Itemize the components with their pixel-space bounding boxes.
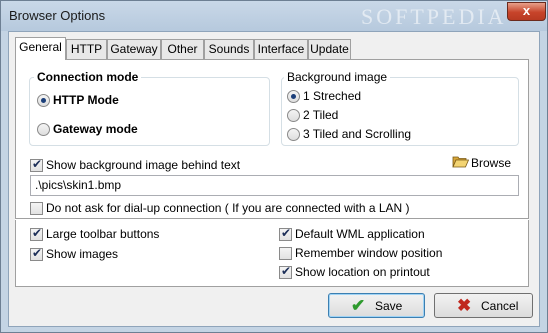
- radio-http-mode[interactable]: [37, 94, 50, 107]
- browser-options-window: Browser Options SOFTPEDIA x General HTTP…: [0, 0, 548, 333]
- save-button[interactable]: ✔ Save: [328, 293, 425, 318]
- dialup-checkbox[interactable]: [30, 202, 43, 215]
- connection-mode-title: Connection mode: [34, 70, 142, 84]
- x-icon: ✖: [457, 296, 472, 315]
- radio-gateway-mode[interactable]: [37, 123, 50, 136]
- show-images-label[interactable]: Show images: [46, 247, 118, 261]
- tab-other[interactable]: Other: [161, 39, 204, 59]
- dialup-label[interactable]: Do not ask for dial-up connection ( If y…: [46, 201, 410, 215]
- show-bg-image-label[interactable]: Show background image behind text: [46, 158, 240, 172]
- tab-gateway[interactable]: Gateway: [107, 39, 161, 59]
- remember-window-label[interactable]: Remember window position: [295, 246, 442, 260]
- title-bar[interactable]: Browser Options SOFTPEDIA x: [1, 1, 547, 31]
- remember-window-checkbox[interactable]: [279, 247, 292, 260]
- default-wml-label[interactable]: Default WML application: [295, 227, 425, 241]
- save-button-label: Save: [375, 299, 403, 313]
- divider: [15, 218, 529, 220]
- show-location-checkbox[interactable]: [279, 264, 292, 279]
- large-toolbar-checkbox[interactable]: [30, 226, 43, 241]
- radio-tiled[interactable]: [287, 109, 300, 122]
- close-button[interactable]: x: [507, 2, 546, 21]
- browse-button[interactable]: Browse: [471, 156, 511, 170]
- show-bg-image-checkbox[interactable]: [30, 157, 43, 172]
- tab-general[interactable]: General: [15, 37, 66, 60]
- window-title: Browser Options: [9, 8, 106, 23]
- show-images-checkbox[interactable]: [30, 246, 43, 261]
- radio-http-mode-label[interactable]: HTTP Mode: [53, 93, 119, 107]
- cancel-button[interactable]: ✖ Cancel: [434, 293, 533, 318]
- radio-gateway-mode-label[interactable]: Gateway mode: [53, 122, 138, 136]
- background-image-path-input[interactable]: .\pics\skin1.bmp: [30, 175, 519, 196]
- large-toolbar-label[interactable]: Large toolbar buttons: [46, 227, 159, 241]
- watermark: SOFTPEDIA: [361, 4, 507, 29]
- radio-tiled-label[interactable]: 2 Tiled: [303, 108, 338, 122]
- default-wml-checkbox[interactable]: [279, 226, 292, 241]
- tab-sounds[interactable]: Sounds: [204, 39, 254, 59]
- radio-stretched[interactable]: [287, 90, 300, 103]
- background-image-title: Background image: [284, 70, 391, 84]
- folder-open-icon[interactable]: [452, 155, 469, 168]
- radio-tiled-scrolling-label[interactable]: 3 Tiled and Scrolling: [303, 127, 411, 141]
- checkmark-icon: ✔: [351, 296, 366, 315]
- cancel-button-label: Cancel: [481, 299, 519, 313]
- radio-tiled-scrolling[interactable]: [287, 128, 300, 141]
- show-location-label[interactable]: Show location on printout: [295, 265, 430, 279]
- tab-http[interactable]: HTTP: [66, 39, 107, 59]
- tab-interface[interactable]: Interface: [254, 39, 308, 59]
- tab-update[interactable]: Update: [308, 39, 351, 59]
- radio-stretched-label[interactable]: 1 Streched: [303, 89, 361, 103]
